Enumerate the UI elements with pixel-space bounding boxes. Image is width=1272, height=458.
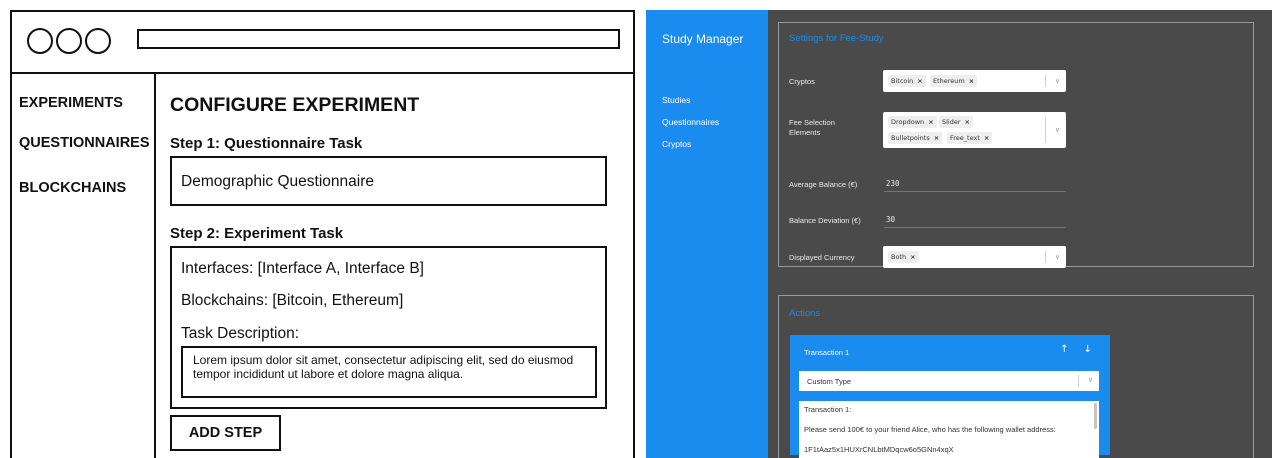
page-title: CONFIGURE EXPERIMENT xyxy=(170,94,420,116)
add-step-button[interactable]: ADD STEP xyxy=(170,415,281,451)
transaction-text-line: 1F1tAaz5x1HUXrCNLbtMDqcw6o5GNn4xqX xyxy=(804,445,954,454)
sidebar-item-studies[interactable]: Studies xyxy=(662,95,690,105)
step-2-heading: Step 2: Experiment Task xyxy=(170,225,344,242)
questionnaire-task-box[interactable]: Demographic Questionnaire xyxy=(170,156,607,206)
transaction-type-value: Custom Type xyxy=(807,377,852,386)
select-separator xyxy=(1078,375,1079,387)
transaction-text-line: Transaction 1: xyxy=(804,405,852,414)
tag-label: Slider xyxy=(942,118,961,126)
chevron-down-icon[interactable]: ∨ xyxy=(1055,253,1060,261)
transaction-title: Transaction 1 xyxy=(804,348,850,357)
select-separator xyxy=(1045,117,1046,143)
tag-free-text: Free_text × xyxy=(947,132,993,144)
task-description-field[interactable]: Lorem ipsum dolor sit amet, consectetur … xyxy=(181,346,597,398)
chevron-down-icon[interactable]: ∨ xyxy=(1055,126,1060,134)
fee-selection-label: Fee Selection Elements xyxy=(789,118,835,138)
remove-tag-icon[interactable]: × xyxy=(917,77,922,85)
nav-questionnaires[interactable]: QUESTIONNAIRES xyxy=(19,135,150,151)
average-balance-input[interactable]: 230 xyxy=(884,178,1066,192)
remove-tag-icon[interactable]: × xyxy=(984,134,989,142)
tag-bitcoin: Bitcoin × xyxy=(888,75,926,87)
wireframe-sidebar: EXPERIMENTS QUESTIONNAIRES BLOCKCHAINS xyxy=(12,74,156,458)
average-balance-label: Average Balance (€) xyxy=(789,180,858,189)
study-manager-app: Study Manager Studies Questionnaires Cry… xyxy=(646,10,1272,458)
actions-panel: Actions Transaction 1 ↑ ↓ Custom Type ∨ … xyxy=(778,295,1254,458)
remove-tag-icon[interactable]: × xyxy=(934,134,939,142)
chevron-down-icon[interactable]: ∨ xyxy=(1055,77,1060,85)
tag-label: Free_text xyxy=(950,134,980,142)
wireframe-window: EXPERIMENTS QUESTIONNAIRES BLOCKCHAINS C… xyxy=(10,10,635,458)
tag-label: Both xyxy=(891,253,907,261)
fee-label-line-2: Elements xyxy=(789,128,821,137)
tag-label: Ethereum xyxy=(933,77,965,85)
tag-ethereum: Ethereum × xyxy=(930,75,978,87)
interfaces-text[interactable]: Interfaces: [Interface A, Interface B] xyxy=(181,260,424,278)
tag-label: Bulletpoints xyxy=(891,134,930,142)
actions-title: Actions xyxy=(789,308,821,319)
textarea-scrollbar[interactable] xyxy=(1094,403,1097,429)
fee-label-line-1: Fee Selection xyxy=(789,118,835,127)
nav-blockchains[interactable]: BLOCKCHAINS xyxy=(19,180,126,196)
task-description-label: Task Description: xyxy=(181,325,300,342)
questionnaire-task-value: Demographic Questionnaire xyxy=(181,173,374,190)
remove-tag-icon[interactable]: × xyxy=(969,77,974,85)
wireframe-main: CONFIGURE EXPERIMENT Step 1: Questionnai… xyxy=(158,74,633,458)
tag-bulletpoints: Bulletpoints × xyxy=(888,132,943,144)
window-button-circle-1[interactable] xyxy=(27,28,53,54)
select-separator xyxy=(1045,75,1046,87)
sidebar-item-cryptos[interactable]: Cryptos xyxy=(662,139,691,149)
settings-title: Settings for Fee-Study xyxy=(789,33,884,44)
tag-dropdown: Dropdown × xyxy=(888,116,937,128)
chevron-down-icon[interactable]: ∨ xyxy=(1088,376,1093,384)
step-1-heading: Step 1: Questionnaire Task xyxy=(170,135,363,152)
transaction-card: Transaction 1 ↑ ↓ Custom Type ∨ Transact… xyxy=(790,335,1110,458)
screenshot-root: EXPERIMENTS QUESTIONNAIRES BLOCKCHAINS C… xyxy=(0,0,1272,458)
tag-slider: Slider × xyxy=(939,116,973,128)
nav-experiments[interactable]: EXPERIMENTS xyxy=(19,95,123,111)
displayed-currency-label: Displayed Currency xyxy=(789,253,855,262)
balance-deviation-label: Balance Deviation (€) xyxy=(789,216,861,225)
select-separator xyxy=(1045,251,1046,263)
cryptos-label: Cryptos xyxy=(789,77,815,86)
remove-tag-icon[interactable]: × xyxy=(928,118,933,126)
tag-label: Bitcoin xyxy=(891,77,914,85)
reorder-arrows-icon[interactable]: ↑ ↓ xyxy=(1060,344,1098,355)
currency-multiselect[interactable]: Both × ∨ xyxy=(883,246,1066,268)
cryptos-multiselect[interactable]: Bitcoin × Ethereum × ∨ xyxy=(883,70,1066,92)
remove-tag-icon[interactable]: × xyxy=(910,253,915,261)
settings-panel: Settings for Fee-Study Cryptos Bitcoin × … xyxy=(778,22,1254,268)
app-brand: Study Manager xyxy=(662,32,744,46)
tag-label: Dropdown xyxy=(891,118,925,126)
remove-tag-icon[interactable]: × xyxy=(965,118,970,126)
window-button-circle-3[interactable] xyxy=(85,28,111,54)
wireframe-browser-bar xyxy=(12,12,633,74)
transaction-text-area[interactable]: Transaction 1: Please send 100€ to your … xyxy=(799,401,1099,458)
balance-deviation-input[interactable]: 30 xyxy=(884,214,1066,228)
tag-both: Both × xyxy=(888,251,919,263)
fee-elements-multiselect[interactable]: Dropdown × Slider × Bulletpoints × Free_tex… xyxy=(883,112,1066,148)
sidebar-item-questionnaires[interactable]: Questionnaires xyxy=(662,117,719,127)
address-bar[interactable] xyxy=(137,29,620,49)
transaction-type-select[interactable]: Custom Type ∨ xyxy=(799,371,1099,391)
blockchains-text[interactable]: Blockchains: [Bitcoin, Ethereum] xyxy=(181,292,403,310)
transaction-text-line: Please send 100€ to your friend Alice, w… xyxy=(804,425,1056,434)
experiment-task-box: Interfaces: [Interface A, Interface B] B… xyxy=(170,246,607,409)
window-button-circle-2[interactable] xyxy=(56,28,82,54)
app-sidebar: Study Manager Studies Questionnaires Cry… xyxy=(646,10,768,458)
